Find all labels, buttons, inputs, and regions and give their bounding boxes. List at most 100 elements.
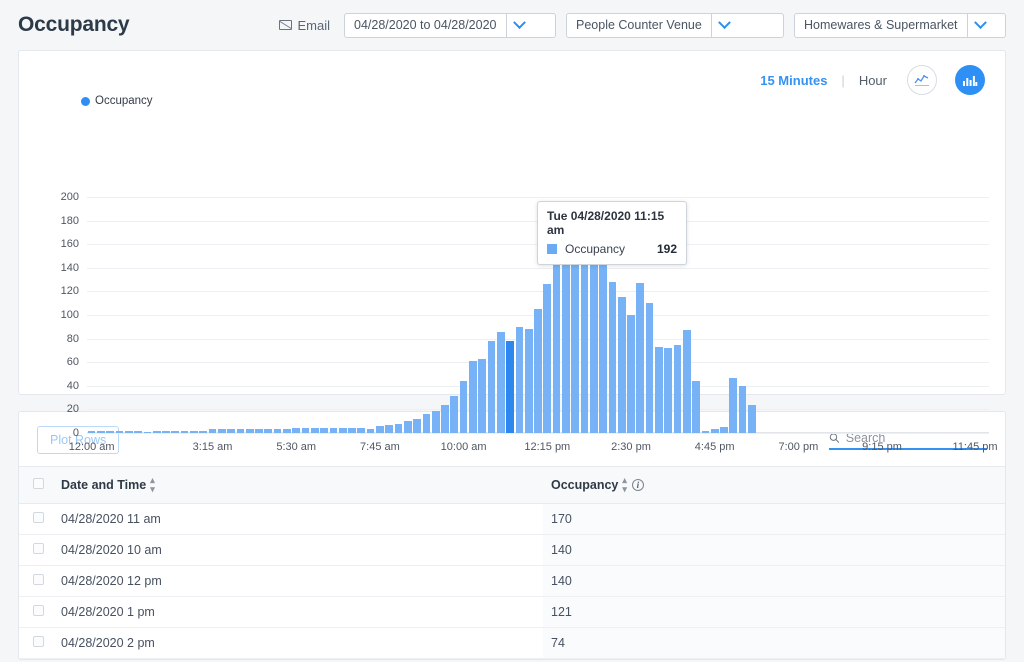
table-row[interactable]: 04/28/2020 1 pm 121 [19,596,1005,628]
chart-bar[interactable] [124,430,133,433]
row-select-cell[interactable] [19,596,53,628]
chart-bar[interactable] [227,429,235,433]
chart-bar[interactable] [431,410,440,433]
chart-bar[interactable] [217,429,226,433]
chart-bar[interactable] [283,429,291,433]
store-select[interactable]: Homewares & Supermarket [794,12,1006,38]
chart-bar[interactable] [748,404,756,433]
chart-bar[interactable] [320,428,328,433]
chart-bar[interactable] [385,424,394,433]
chart-bar[interactable] [441,404,449,433]
chart-bar[interactable] [515,326,524,433]
chevron-down-icon[interactable] [966,13,993,37]
row-checkbox[interactable] [33,574,44,585]
row-checkbox[interactable] [33,543,44,554]
chart-bar[interactable] [199,430,208,433]
chart-bar[interactable] [738,385,747,433]
chart-bar[interactable] [273,429,282,433]
chart-bar[interactable] [87,430,96,433]
sort-arrows-icon[interactable]: ▴ ▾ [622,476,627,494]
chart-bar[interactable] [394,423,403,433]
chart-bar[interactable] [134,430,142,433]
chart-bar[interactable] [171,430,180,433]
chart-bar[interactable] [180,430,189,433]
row-checkbox[interactable] [33,512,44,523]
table-row[interactable]: 04/28/2020 10 am 140 [19,534,1005,566]
table-row[interactable]: 04/28/2020 11 am 170 [19,503,1005,535]
chart-bar[interactable] [478,358,487,433]
row-select-cell[interactable] [19,534,53,566]
chart-bar[interactable] [450,396,459,433]
chart-bar[interactable] [366,429,375,433]
chart-bar[interactable] [208,429,217,433]
sort-arrows-icon[interactable]: ▴ ▾ [150,476,155,494]
chart-bar[interactable] [673,344,682,433]
chart-bar[interactable] [255,429,263,433]
table-row[interactable]: 04/28/2020 2 pm 74 [19,627,1005,659]
chart-bar[interactable] [143,431,152,433]
chart-bar[interactable] [115,430,124,433]
chart-bar[interactable] [710,429,719,433]
chart-bar[interactable] [292,428,301,433]
chart-bar[interactable] [701,430,710,433]
date-range-select[interactable]: 04/28/2020 to 04/28/2020 [344,12,556,38]
select-all-header[interactable] [19,466,53,504]
chevron-down-icon[interactable] [710,13,737,37]
chart-bar[interactable] [376,425,384,433]
row-select-cell[interactable] [19,565,53,597]
chart-bar[interactable] [152,430,161,433]
chart-bar[interactable] [645,303,654,433]
venue-select[interactable]: People Counter Venue [566,12,784,38]
chart-bar[interactable] [627,315,635,433]
chart-bar[interactable] [403,421,412,433]
chevron-down-icon[interactable] [505,13,532,37]
row-select-cell[interactable] [19,627,53,659]
row-checkbox[interactable] [33,605,44,616]
chart-bar[interactable] [413,418,421,433]
chart-bar[interactable] [692,381,700,433]
chart-bar[interactable] [487,340,496,433]
chart-bar[interactable] [524,329,533,433]
chart-bar[interactable] [552,253,561,433]
granularity-hour[interactable]: Hour [859,73,887,88]
chart-bar[interactable] [264,429,273,433]
email-button[interactable]: Email [279,18,330,33]
chart-bar[interactable] [608,281,617,433]
chart-bar[interactable] [599,235,607,433]
row-checkbox[interactable] [33,636,44,647]
chart-bar[interactable] [580,258,589,433]
info-icon[interactable]: i [631,479,644,491]
row-select-cell[interactable] [19,503,53,535]
chart-bar[interactable] [245,429,254,433]
select-all-checkbox[interactable] [33,478,44,489]
chart-bar[interactable] [422,414,431,433]
chart-bar[interactable] [617,297,626,433]
chart-bar[interactable] [664,348,673,433]
chart-bar[interactable] [506,340,514,433]
chart-bar[interactable] [469,361,477,433]
chart-bar[interactable] [97,430,105,433]
chart-bar[interactable] [729,377,738,433]
chart-bar[interactable] [190,430,198,433]
column-header-date-and-time[interactable]: Date and Time ▴ ▾ [53,466,543,504]
chart-bar[interactable] [338,428,347,433]
chart-bar[interactable] [636,283,645,433]
chart-bar[interactable] [106,430,115,433]
table-row[interactable]: 04/28/2020 12 pm 140 [19,565,1005,597]
chart-bar[interactable] [682,330,691,433]
chart-bar[interactable] [655,346,663,433]
chart-bar[interactable] [310,428,319,433]
granularity-15-minutes[interactable]: 15 Minutes [760,73,827,88]
chart-bar[interactable] [720,427,728,433]
bar-chart-view-button[interactable] [955,65,985,95]
chart-bar[interactable] [357,428,366,433]
chart-bar[interactable] [496,331,505,433]
chart-bar[interactable] [543,284,552,433]
chart-bar[interactable] [534,309,542,433]
chart-bar[interactable] [301,428,310,433]
chart-bar[interactable] [236,429,245,433]
chart-bar[interactable] [348,428,356,433]
chart-bar[interactable] [162,430,170,433]
chart-bar[interactable] [329,428,338,433]
column-header-occupancy[interactable]: Occupancy ▴ ▾ i [543,466,1005,504]
